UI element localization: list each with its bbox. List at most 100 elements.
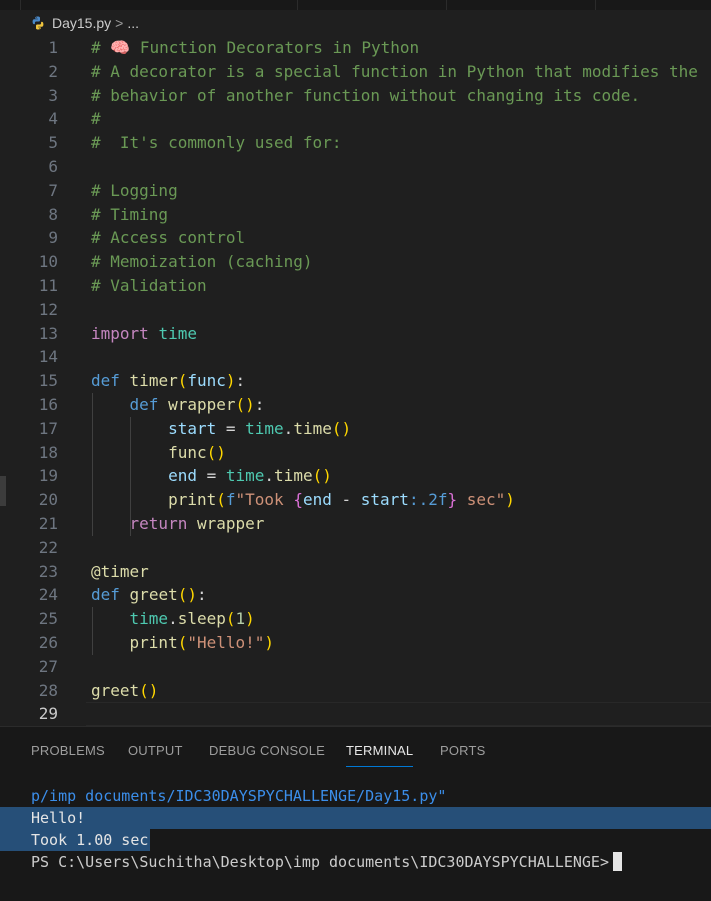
code-token: func: [187, 371, 226, 391]
code-line[interactable]: 14: [0, 345, 711, 369]
code-line[interactable]: 17 start = time.time(): [0, 417, 711, 441]
code-token: (: [225, 609, 236, 629]
code-line[interactable]: 20 print(f"Took {end - start:.2f} sec"): [0, 488, 711, 512]
code-line[interactable]: 9 # Access control: [0, 226, 711, 250]
code-token: (): [139, 680, 159, 700]
terminal-prompt[interactable]: PS C:\Users\Suchitha\Desktop\imp documen…: [0, 851, 711, 873]
tab-output[interactable]: OUTPUT: [128, 743, 183, 758]
line-number: 13: [38, 323, 58, 343]
code-token: # Access control: [91, 228, 246, 248]
code-text: # behavior of another function without c…: [91, 84, 640, 108]
code-text: # 🧠 Function Decorators in Python: [91, 36, 419, 60]
code-text: end = time.time(): [91, 464, 332, 488]
code-line[interactable]: 13 import time: [0, 322, 711, 346]
code-token: ): [245, 609, 255, 629]
line-number: 21: [38, 514, 58, 533]
code-token: time: [245, 418, 284, 438]
code-line[interactable]: 11 # Validation: [0, 274, 711, 298]
code-token: wrapper: [168, 395, 236, 414]
code-token: def: [91, 371, 120, 391]
code-token: (): [312, 466, 332, 486]
code-token: time: [225, 466, 265, 486]
code-token: greet: [129, 585, 178, 605]
code-token: return: [129, 514, 188, 533]
code-line[interactable]: 23 @timer: [0, 560, 711, 584]
code-text: print(f"Took {end - start:.2f} sec"): [91, 488, 515, 512]
code-token: "Hello!": [187, 633, 265, 652]
code-token: 1: [235, 609, 246, 629]
code-line[interactable]: 24 def greet():: [0, 583, 711, 607]
code-token: @timer: [91, 561, 149, 581]
code-line[interactable]: 22: [0, 536, 711, 560]
code-text: time.sleep(1): [91, 607, 255, 631]
code-token: =: [216, 418, 246, 438]
code-token: func: [168, 442, 207, 462]
code-line[interactable]: 1 # 🧠 Function Decorators in Python: [0, 36, 711, 60]
code-token: :: [235, 371, 246, 391]
code-line[interactable]: 10 # Memoization (caching): [0, 250, 711, 274]
breadcrumb-more[interactable]: ...: [127, 15, 139, 31]
code-token: time: [129, 609, 169, 629]
code-line[interactable]: 2 # A decorator is a special function in …: [0, 60, 711, 84]
code-token: (): [177, 585, 197, 605]
code-token: sleep: [177, 609, 226, 629]
code-line[interactable]: 12: [0, 298, 711, 322]
indent-guide: [92, 607, 93, 655]
code-token: def: [129, 395, 159, 414]
indent-guide: [92, 393, 93, 536]
code-token: # Timing: [91, 204, 169, 224]
bottom-panel: PROBLEMS OUTPUT DEBUG CONSOLE TERMINAL P…: [0, 726, 711, 901]
breadcrumb-file[interactable]: Day15.py: [52, 15, 111, 31]
line-number: 8: [48, 204, 58, 224]
code-line[interactable]: 28 greet(): [0, 679, 711, 703]
tab-ports[interactable]: PORTS: [440, 743, 486, 758]
code-line[interactable]: 25 time.sleep(1): [0, 607, 711, 631]
code-token: :.2f: [408, 490, 448, 510]
code-token: time: [158, 323, 197, 343]
tab-problems[interactable]: PROBLEMS: [31, 743, 105, 758]
code-text: # Memoization (caching): [91, 250, 313, 274]
code-line[interactable]: 6: [0, 155, 711, 179]
code-text: # Timing: [91, 203, 168, 227]
code-token: (): [206, 442, 226, 462]
code-text: print("Hello!"): [91, 631, 275, 655]
code-line[interactable]: 5 # It's commonly used for:: [0, 131, 711, 155]
tab-terminal[interactable]: TERMINAL: [346, 743, 414, 767]
code-line[interactable]: 16 def wrapper():: [0, 393, 711, 417]
code-token: .: [283, 418, 294, 438]
code-line[interactable]: 21 return wrapper: [0, 512, 711, 536]
line-number: 6: [48, 157, 58, 176]
code-line[interactable]: 8 # Timing: [0, 203, 711, 227]
code-line[interactable]: 29: [0, 702, 711, 726]
code-token: =: [196, 466, 226, 486]
code-text: greet(): [91, 679, 158, 703]
code-line[interactable]: 4 #: [0, 107, 711, 131]
code-token: -: [331, 490, 361, 510]
tab-divider: [446, 0, 447, 10]
code-line[interactable]: 18 func(): [0, 441, 711, 465]
tab-debug-console[interactable]: DEBUG CONSOLE: [209, 743, 325, 758]
code-editor[interactable]: 1 # 🧠 Function Decorators in Python 2 # A d…: [0, 36, 711, 726]
terminal-output-line: Took 1.00 sec: [0, 829, 150, 851]
line-number: 10: [38, 252, 58, 272]
code-token: :: [254, 395, 265, 414]
code-line[interactable]: 19 end = time.time(): [0, 464, 711, 488]
code-token: sec": [457, 490, 506, 510]
code-token: .: [264, 466, 275, 486]
code-line[interactable]: 26 print("Hello!"): [0, 631, 711, 655]
terminal-cursor: [612, 852, 622, 871]
line-number: 24: [38, 585, 58, 605]
code-text: # It's commonly used for:: [91, 131, 341, 155]
code-line[interactable]: 27: [0, 655, 711, 679]
code-line[interactable]: 7 # Logging: [0, 179, 711, 203]
code-line[interactable]: 3 # behavior of another function without …: [0, 84, 711, 108]
code-line[interactable]: 15 def timer(func):: [0, 369, 711, 393]
line-number: 19: [38, 466, 58, 486]
panel-tabs: PROBLEMS OUTPUT DEBUG CONSOLE TERMINAL P…: [0, 727, 711, 775]
code-token: # behavior of another function without c…: [91, 85, 641, 105]
code-token: (: [177, 371, 188, 391]
